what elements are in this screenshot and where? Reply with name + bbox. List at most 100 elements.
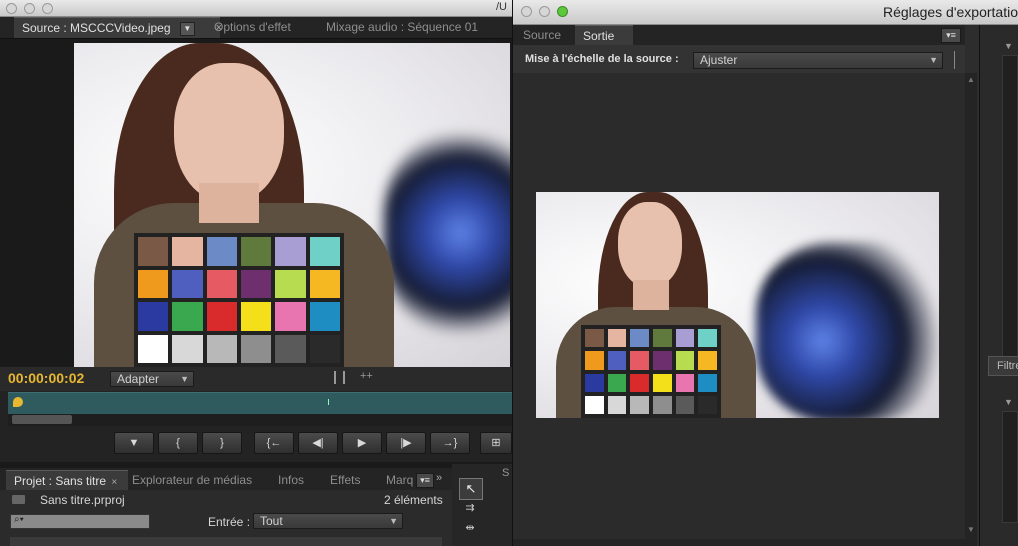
- scale-label: Mise à l'échelle de la source :: [525, 53, 679, 65]
- color-swatch: [630, 395, 649, 414]
- panel-overflow-icon[interactable]: »: [436, 472, 442, 484]
- project-list-header: [10, 537, 442, 546]
- tab-menu-dropdown-icon[interactable]: ▼: [179, 21, 195, 36]
- zoom-select[interactable]: Adapter ▼: [110, 371, 194, 387]
- color-swatch: [206, 334, 237, 363]
- panel-divider[interactable]: [0, 462, 512, 468]
- minimize-window-button[interactable]: [539, 6, 550, 17]
- close-window-button[interactable]: [521, 6, 532, 17]
- panel-menu-icon[interactable]: ▾≡: [416, 473, 434, 488]
- color-swatch: [275, 269, 306, 298]
- color-swatch: [585, 329, 604, 348]
- color-swatch: [585, 395, 604, 414]
- zoom-scrollbar[interactable]: [8, 414, 512, 426]
- color-swatch: [698, 351, 717, 370]
- output-preview-image: [536, 192, 939, 418]
- zoom-scrollbar-thumb[interactable]: [12, 415, 72, 424]
- collapse-arrow-icon[interactable]: ▼: [1004, 41, 1013, 51]
- tab-export-output[interactable]: Sortie: [575, 25, 633, 46]
- right-panel-scroll-track[interactable]: [1002, 55, 1018, 367]
- time-ruler[interactable]: [8, 392, 512, 415]
- audio-drag-icon[interactable]: ++: [360, 370, 373, 382]
- tab-media-browser[interactable]: Explorateur de médias: [124, 470, 260, 490]
- step-back-button[interactable]: ◀|: [298, 432, 338, 454]
- export-settings-right-panel: ▼ Filtre ▼: [979, 25, 1018, 546]
- chevron-down-icon: ▼: [929, 55, 938, 65]
- go-to-in-button[interactable]: {←: [254, 432, 294, 454]
- play-button[interactable]: ▶: [342, 432, 382, 454]
- export-window-titlebar: Réglages d'exportatio: [513, 0, 1018, 25]
- color-swatch: [241, 237, 272, 266]
- color-swatch: [607, 351, 627, 370]
- color-swatch: [653, 395, 672, 414]
- zoom-window-button[interactable]: [557, 6, 568, 17]
- right-panel-scroll-track[interactable]: [1002, 411, 1018, 523]
- color-swatch: [206, 237, 237, 266]
- color-swatch: [309, 334, 340, 363]
- item-count: 2 éléments: [384, 493, 443, 507]
- close-window-button[interactable]: [6, 3, 17, 14]
- folder-icon: [12, 495, 25, 504]
- separator-line: [954, 51, 955, 69]
- preview-horizontal-scrollbar[interactable]: [513, 539, 977, 546]
- camera-blur-shape: [756, 242, 939, 418]
- tab-effect-options[interactable]: Options d'effet: [206, 17, 299, 37]
- color-swatch: [138, 334, 169, 363]
- color-swatch: [630, 351, 649, 370]
- person-face: [174, 63, 284, 203]
- filters-tab[interactable]: Filtre: [988, 356, 1018, 376]
- color-swatch: [138, 302, 169, 331]
- tab-export-source[interactable]: Source: [515, 25, 569, 45]
- add-marker-button[interactable]: ▼: [114, 432, 154, 454]
- scroll-up-arrow-icon[interactable]: ▲: [967, 75, 975, 84]
- collapse-arrow-icon[interactable]: ▼: [1004, 397, 1013, 407]
- color-swatch: [138, 237, 169, 266]
- preview-vertical-scrollbar[interactable]: ▲ ▼: [965, 73, 977, 539]
- window-path-fragment: /U: [496, 1, 507, 13]
- minimize-window-button[interactable]: [24, 3, 35, 14]
- color-swatch: [630, 329, 649, 348]
- selection-tool-icon[interactable]: ↖: [459, 478, 483, 500]
- entry-select[interactable]: Tout ▼: [253, 513, 403, 529]
- project-panel-tabbar: Projet : Sans titre × Explorateur de méd…: [0, 470, 452, 491]
- color-swatch: [675, 351, 695, 370]
- search-input[interactable]: ⌕▾: [10, 514, 150, 529]
- ripple-edit-tool-icon[interactable]: ⇹: [459, 521, 481, 537]
- film-drag-icon[interactable]: [334, 371, 345, 384]
- playhead-icon[interactable]: [13, 397, 23, 407]
- step-forward-button[interactable]: |▶: [386, 432, 426, 454]
- export-settings-window: Réglages d'exportatio Source Sortie ▾≡ M…: [512, 0, 1018, 546]
- timecode-display[interactable]: 00:00:00:02: [8, 370, 84, 386]
- insert-button[interactable]: ⊞: [480, 432, 512, 454]
- tab-source-monitor[interactable]: Source : MSCCCVideo.jpeg ▼ ×: [14, 17, 222, 38]
- panel-menu-icon[interactable]: ▾≡: [941, 28, 961, 43]
- mark-out-button[interactable]: }: [202, 432, 242, 454]
- scroll-down-arrow-icon[interactable]: ▼: [967, 525, 975, 534]
- tab-project[interactable]: Projet : Sans titre ×: [6, 470, 128, 491]
- mark-in-button[interactable]: {: [158, 432, 198, 454]
- color-swatch: [653, 373, 672, 392]
- chevron-down-icon: ▼: [389, 516, 398, 526]
- go-to-out-button[interactable]: →}: [430, 432, 470, 454]
- zoom-window-button[interactable]: [42, 3, 53, 14]
- source-monitor-tabbar: Source : MSCCCVideo.jpeg ▼ × Options d'e…: [0, 17, 512, 39]
- color-swatch: [309, 302, 340, 331]
- color-swatch: [698, 373, 717, 392]
- color-swatch: [585, 373, 604, 392]
- tab-info[interactable]: Infos: [270, 470, 312, 490]
- scale-select[interactable]: Ajuster ▼: [693, 52, 943, 69]
- color-checker-chart: [581, 325, 721, 418]
- color-swatch: [698, 395, 717, 414]
- tab-effects[interactable]: Effets: [322, 470, 368, 490]
- color-swatch: [172, 302, 203, 331]
- tools-panel: ↖ ⇉ ⇹ S: [452, 464, 512, 546]
- color-swatch: [206, 269, 237, 298]
- color-swatch: [607, 395, 627, 414]
- track-select-tool-icon[interactable]: ⇉: [459, 501, 481, 517]
- color-swatch: [630, 373, 649, 392]
- tab-markers[interactable]: Marq: [378, 470, 421, 490]
- tab-audio-mixer[interactable]: Mixage audio : Séquence 01: [318, 17, 486, 37]
- tab-close-icon[interactable]: ×: [111, 477, 117, 488]
- color-swatch: [172, 237, 203, 266]
- color-swatch: [653, 351, 672, 370]
